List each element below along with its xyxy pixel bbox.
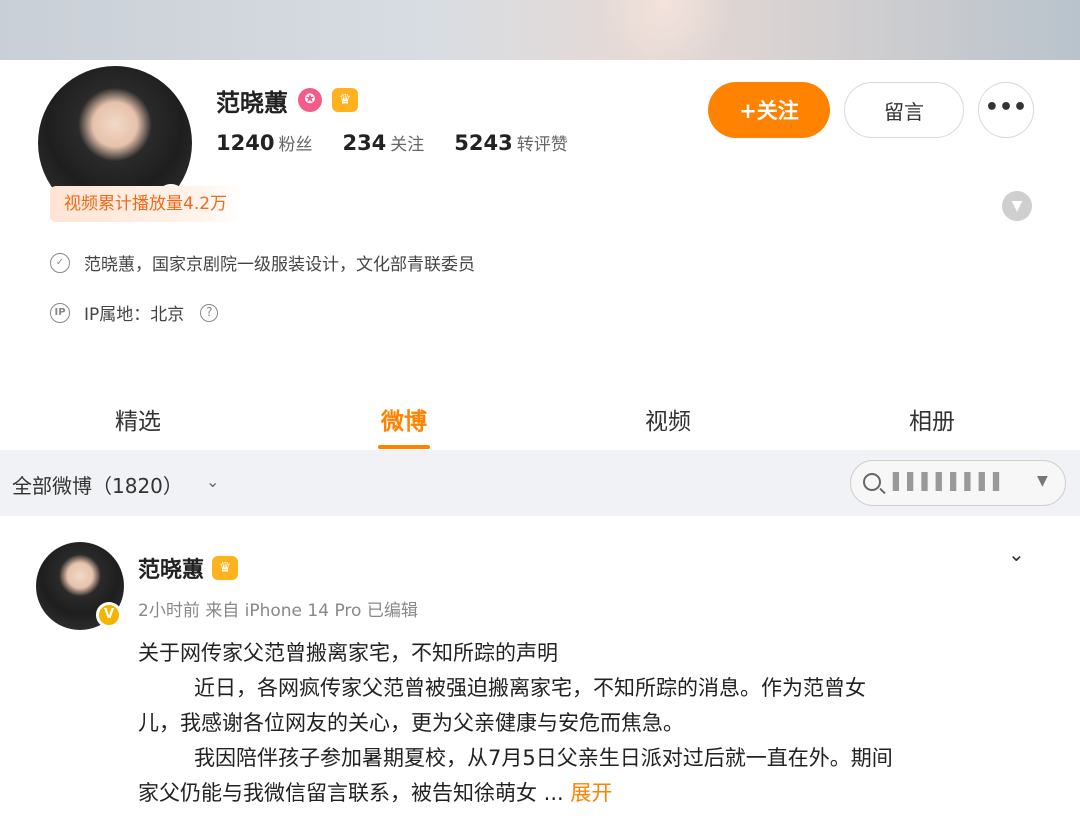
post-author-row: 范晓蕙 ♛ [138,552,239,584]
profile-name-row: 范晓蕙 ✪ ♛ [216,82,358,118]
profile-card: V 范晓蕙 ✪ ♛ 1240粉丝 234关注 5243转评赞 +关注 留言 ••… [0,60,1080,450]
post-line: 家父仍能与我微信留言联系，被告知徐萌女 ... [138,781,564,805]
chevron-down-icon[interactable]: ▼ [1002,191,1032,221]
profile-name: 范晓蕙 [216,88,288,117]
shield-icon: ✓ [50,252,70,273]
profile-tabs: 精选 微博 视频 相册 [0,390,1080,450]
chevron-down-icon[interactable]: ⌄ [206,472,219,491]
stat-label: 粉丝 [278,135,313,155]
ip-icon: IP [50,302,70,323]
crown-badge-icon[interactable]: ♛ [332,88,358,112]
search-input[interactable]: ▌▌▌▌▌▌▌▌ ▼ [850,460,1066,506]
stat-interactions[interactable]: 5243 转评赞 [454,130,567,155]
dropdown-caret-icon[interactable]: ▼ [1037,473,1048,489]
post-body: 关于网传家父范曾搬离家宅，不知所踪的声明 近日，各网疯传家父范曾被强迫搬离家宅，… [138,636,1038,811]
profile-banner [0,0,1080,60]
ip-row: IP IP属地：北京 ? [50,300,219,325]
stat-label: 关注 [390,135,425,155]
post-line-last: 家父仍能与我微信留言联系，被告知徐萌女 ... 展开 [138,776,1038,811]
verified-icon: V [96,602,122,628]
post-author-name[interactable]: 范晓蕙 [138,552,204,584]
tab-weibo[interactable]: 微博 [344,402,464,436]
ip-location-text: IP属地：北京 [84,305,185,325]
tab-featured[interactable]: 精选 [78,402,198,436]
post-line: 近日，各网疯传家父范曾被强迫搬离家宅，不知所踪的消息。作为范曾女 [194,676,866,700]
profile-stats: 1240 粉丝 234 关注 5243 转评赞 [216,130,568,155]
stat-value: 234 [342,131,387,155]
crown-badge-icon[interactable]: ♛ [212,556,239,580]
post-meta: 2小时前 来自 iPhone 14 Pro 已编辑 [138,601,418,621]
help-icon[interactable]: ? [200,303,219,322]
follow-button[interactable]: +关注 [708,82,830,138]
message-button[interactable]: 留言 [844,82,964,138]
post-line: 儿，我感谢各位网友的关心，更为父亲健康与安危而焦急。 [138,711,684,735]
stat-label: 转评赞 [516,135,568,155]
post-line: 关于网传家父范曾搬离家宅，不知所踪的声明 [138,641,558,665]
pink-badge-icon[interactable]: ✪ [298,88,322,112]
post-menu-chevron-icon[interactable]: ⌄ [1008,542,1025,566]
active-tab-indicator [378,445,430,449]
bio-text: 范晓蕙，国家京剧院一级服装设计，文化部青联委员 [84,255,475,275]
banner-image [600,0,760,60]
expand-link[interactable]: 展开 [570,781,612,805]
stat-value: 5243 [454,131,513,155]
tab-video[interactable]: 视频 [608,402,728,436]
stat-following[interactable]: 234 关注 [342,130,424,155]
post-card: V 范晓蕙 ♛ ⌄ 2小时前 来自 iPhone 14 Pro 已编辑 关于网传… [0,516,1080,832]
search-icon [863,473,881,491]
search-query: ▌▌▌▌▌▌▌▌ [893,472,1008,491]
post-filter-bar: 全部微博（1820） ⌄ ▌▌▌▌▌▌▌▌ ▼ [0,450,1080,516]
stat-value: 1240 [216,131,275,155]
stat-followers[interactable]: 1240 粉丝 [216,130,312,155]
post-line: 我因陪伴孩子参加暑期夏校，从7月5日父亲生日派对过后就一直在外。期间 [194,746,893,770]
more-options-icon[interactable]: ••• [978,82,1034,138]
tab-album[interactable]: 相册 [872,402,992,436]
all-posts-filter[interactable]: 全部微博（1820） [12,470,183,499]
bio-row: ✓ 范晓蕙，国家京剧院一级服装设计，文化部青联委员 [50,250,475,275]
video-play-count-tag: 视频累计播放量4.2万 [50,186,242,222]
